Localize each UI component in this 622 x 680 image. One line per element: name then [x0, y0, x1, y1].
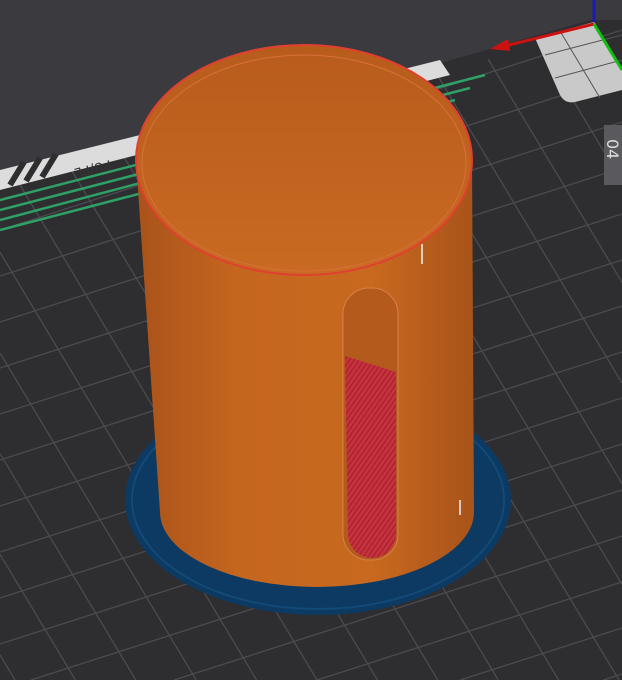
- slot-infill: [345, 356, 396, 558]
- 3d-preview-viewport[interactable]: PU/PL 04: [0, 0, 622, 680]
- scene[interactable]: PU/PL 04: [0, 0, 622, 680]
- bed-corner-label: 04: [603, 139, 622, 159]
- cup-slot: [342, 287, 399, 561]
- cup-rim: [135, 44, 473, 276]
